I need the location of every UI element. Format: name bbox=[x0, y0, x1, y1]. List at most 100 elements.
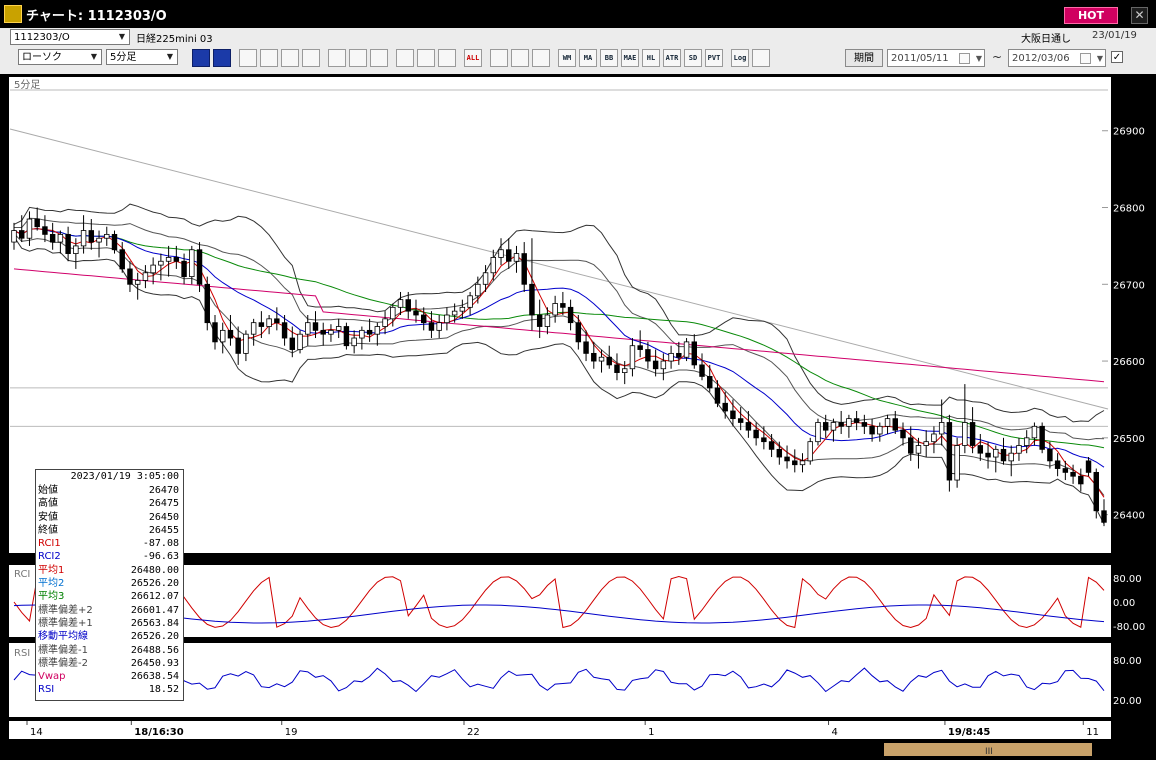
toolbar-button-radar[interactable] bbox=[260, 49, 278, 67]
candle-body bbox=[838, 422, 844, 427]
candle-body bbox=[436, 322, 442, 331]
toolbar-button-alert[interactable] bbox=[328, 49, 346, 67]
toolbar-button-arrow-down[interactable] bbox=[239, 49, 257, 67]
candle-body bbox=[1023, 437, 1030, 446]
candle-body bbox=[150, 264, 156, 274]
candle-body bbox=[490, 257, 497, 274]
info-value: 26455 bbox=[148, 524, 179, 536]
candle-body bbox=[1062, 468, 1069, 473]
candle-body bbox=[297, 333, 303, 350]
info-value: 26526.20 bbox=[130, 631, 179, 643]
toolbar-button-pvt[interactable]: PVT bbox=[705, 49, 723, 67]
toolbar-button-cursor[interactable] bbox=[370, 49, 388, 67]
candle-body bbox=[645, 349, 651, 362]
toolbar-button-bar-chart[interactable] bbox=[281, 49, 299, 67]
candle-body bbox=[382, 318, 388, 327]
candle-body bbox=[420, 314, 427, 324]
symbol-select[interactable]: 1112303/O ▼ bbox=[10, 29, 130, 45]
hot-button[interactable]: HOT bbox=[1064, 7, 1118, 24]
info-value: 26526.20 bbox=[130, 578, 179, 590]
info-label: 標準偏差+2 bbox=[38, 604, 93, 616]
x-tick-label: 4 bbox=[832, 727, 838, 738]
toolbar-button-draw-a[interactable] bbox=[417, 49, 435, 67]
candle-body bbox=[235, 337, 241, 354]
toolbar-button-mae[interactable]: MAE bbox=[621, 49, 639, 67]
info-row: 標準偏差+1 26563.84 bbox=[36, 617, 183, 630]
date-to-input[interactable]: 2012/03/06 ▼ bbox=[1008, 49, 1106, 67]
chevron-down-icon[interactable]: ▼ bbox=[976, 50, 982, 67]
toolbar-button-split[interactable] bbox=[302, 49, 320, 67]
rci-tick-label: 0.00 bbox=[1113, 598, 1135, 609]
exchange-label: 大阪日通し bbox=[1021, 34, 1071, 45]
info-value: 26612.07 bbox=[130, 591, 179, 603]
period-button[interactable]: 期間 bbox=[845, 49, 883, 67]
info-row: 標準偏差-2 26450.93 bbox=[36, 657, 183, 670]
close-icon[interactable]: ✕ bbox=[1131, 7, 1148, 24]
candle-body bbox=[792, 460, 798, 466]
info-value: 26480.00 bbox=[130, 564, 179, 576]
candle-body bbox=[34, 218, 40, 228]
chevron-down-icon[interactable]: ▼ bbox=[1097, 50, 1103, 67]
candle-body bbox=[521, 253, 527, 285]
rsi-tick-label: 80.00 bbox=[1113, 656, 1142, 667]
toolbar-button-zoom-out[interactable] bbox=[213, 49, 231, 67]
toolbar-button-log[interactable]: Log bbox=[731, 49, 749, 67]
candle-body bbox=[676, 352, 682, 358]
info-label: 標準偏差+1 bbox=[38, 617, 93, 629]
candle-body bbox=[258, 322, 265, 327]
toolbar-button-ma[interactable]: MA bbox=[579, 49, 597, 67]
candle-body bbox=[104, 233, 110, 239]
candle-body bbox=[606, 356, 612, 366]
calendar-icon[interactable] bbox=[959, 53, 970, 64]
candle-body bbox=[506, 249, 512, 262]
toolbar-button-bb[interactable]: BB bbox=[600, 49, 618, 67]
info-row: 終値 26455 bbox=[36, 524, 183, 537]
toolbar-button-hl[interactable]: HL bbox=[642, 49, 660, 67]
toolbar-button-wm[interactable]: WM bbox=[558, 49, 576, 67]
window-titlebar: チャート: 1112303/O HOT ✕ bbox=[0, 0, 1156, 29]
info-label: 標準偏差-2 bbox=[38, 657, 88, 669]
toolbar-button-draw-b[interactable] bbox=[438, 49, 456, 67]
date-from-input[interactable]: 2011/05/11 ▼ bbox=[887, 49, 985, 67]
rci-panel-label: RCI bbox=[14, 569, 30, 580]
candle-body bbox=[142, 272, 149, 281]
chevron-down-icon: ▼ bbox=[166, 52, 174, 61]
interval-select[interactable]: 5分足 ▼ bbox=[106, 49, 178, 65]
candle-body bbox=[1078, 475, 1084, 485]
info-row: 移動平均線 26526.20 bbox=[36, 630, 183, 643]
calendar-icon[interactable] bbox=[1080, 53, 1091, 64]
candle-body bbox=[212, 322, 218, 343]
toolbar-button-undo[interactable] bbox=[396, 49, 414, 67]
candle-body bbox=[846, 418, 852, 427]
chart-type-select[interactable]: ローソク ▼ bbox=[18, 49, 102, 65]
candle-body bbox=[761, 437, 767, 443]
info-timestamp: 2023/01/19 3:05:00 bbox=[70, 471, 179, 482]
candle-body bbox=[544, 314, 551, 327]
candle-body bbox=[312, 322, 319, 331]
toolbar-button-atr[interactable]: ATR bbox=[663, 49, 681, 67]
candle-body bbox=[1047, 448, 1053, 462]
apply-period-checkbox[interactable]: ✓ bbox=[1111, 51, 1123, 63]
toolbar-button-sd[interactable]: SD bbox=[684, 49, 702, 67]
x-tick-label: 18/16:30 bbox=[134, 727, 183, 738]
info-value: 26475 bbox=[148, 498, 179, 510]
candle-body bbox=[196, 249, 203, 285]
candle-body bbox=[320, 329, 326, 335]
toolbar-button-pen[interactable] bbox=[349, 49, 367, 67]
toolbar-button-wrench[interactable] bbox=[511, 49, 529, 67]
candle-body bbox=[861, 422, 868, 427]
candle-body bbox=[26, 218, 33, 239]
candle-body bbox=[513, 253, 520, 262]
toolbar-button-settings[interactable] bbox=[490, 49, 508, 67]
candle-body bbox=[119, 249, 125, 270]
toolbar-button-zoom-in[interactable] bbox=[192, 49, 210, 67]
scroll-grip-icon: III bbox=[985, 747, 993, 757]
candle-body bbox=[88, 230, 95, 243]
toolbar-button-all[interactable]: ALL bbox=[464, 49, 482, 67]
candle-body bbox=[962, 422, 968, 446]
toolbar-button-export[interactable] bbox=[752, 49, 770, 67]
candle-body bbox=[413, 310, 419, 316]
toolbar-button-palette[interactable] bbox=[532, 49, 550, 67]
candle-body bbox=[807, 441, 813, 462]
y-tick-label: 26500 bbox=[1113, 434, 1145, 445]
